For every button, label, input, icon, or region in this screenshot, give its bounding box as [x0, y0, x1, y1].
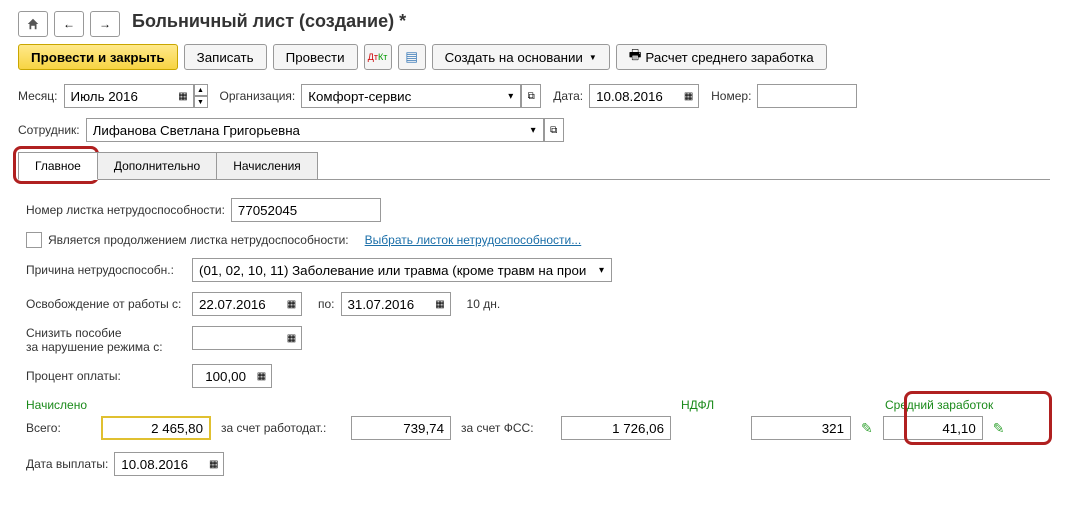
- release-to-label: по:: [318, 297, 335, 311]
- avg-input[interactable]: [883, 416, 983, 440]
- reduce-date-input[interactable]: [192, 326, 282, 350]
- home-icon: [26, 17, 40, 31]
- org-input[interactable]: [301, 84, 501, 108]
- pencil-icon[interactable]: ✎: [993, 420, 1005, 437]
- total-label: Всего:: [26, 421, 91, 435]
- employer-label: за счет работодат.:: [221, 421, 341, 435]
- percent-label: Процент оплаты:: [26, 369, 186, 383]
- days-text: 10 дн.: [467, 297, 501, 311]
- submit-close-button[interactable]: Провести и закрыть: [18, 44, 178, 70]
- open-ref-icon[interactable]: ⧉: [544, 118, 564, 142]
- percent-input[interactable]: [192, 364, 252, 388]
- arrow-left-icon: ←: [63, 17, 75, 31]
- spin-down-icon[interactable]: ▼: [194, 96, 208, 108]
- calendar-icon[interactable]: ▦: [174, 84, 194, 108]
- release-from-label: Освобождение от работы с:: [26, 297, 186, 311]
- calculator-icon[interactable]: ▦: [252, 364, 272, 388]
- pick-cert-link[interactable]: Выбрать листок нетрудоспособности...: [365, 233, 582, 247]
- cert-no-label: Номер листка нетрудоспособности:: [26, 203, 225, 217]
- open-ref-icon[interactable]: ⧉: [521, 84, 541, 108]
- chevron-down-icon[interactable]: ▾: [501, 84, 521, 108]
- date-label: Дата:: [553, 89, 583, 103]
- create-based-label: Создать на основании: [445, 50, 583, 65]
- calendar-icon[interactable]: ▦: [204, 452, 224, 476]
- date-input[interactable]: [589, 84, 679, 108]
- avg-earn-label: Расчет среднего заработка: [645, 50, 813, 65]
- cert-no-input[interactable]: [231, 198, 381, 222]
- avg-label: Средний заработок: [885, 398, 993, 412]
- tab-main[interactable]: Главное: [18, 152, 98, 180]
- ndfl-label: НДФЛ: [681, 398, 741, 412]
- ndfl-input[interactable]: [751, 416, 851, 440]
- list-icon: ▤: [405, 49, 418, 65]
- save-button[interactable]: Записать: [184, 44, 267, 70]
- total-input[interactable]: [101, 416, 211, 440]
- back-button[interactable]: ←: [54, 11, 84, 37]
- month-spinner[interactable]: ▲ ▼: [194, 84, 208, 108]
- avg-earn-button[interactable]: 🖶 Расчет среднего заработка: [616, 44, 827, 70]
- calendar-icon[interactable]: ▦: [282, 292, 302, 316]
- pencil-icon[interactable]: ✎: [861, 420, 873, 437]
- tab-additional[interactable]: Дополнительно: [97, 152, 217, 179]
- reduce-label-1: Снизить пособие: [26, 326, 186, 340]
- reason-input[interactable]: [192, 258, 592, 282]
- number-label: Номер:: [711, 89, 751, 103]
- chevron-down-icon: ▼: [589, 53, 597, 62]
- calendar-icon[interactable]: ▦: [679, 84, 699, 108]
- chevron-down-icon[interactable]: ▾: [524, 118, 544, 142]
- create-based-button[interactable]: Создать на основании ▼: [432, 44, 610, 70]
- accrued-label: Начислено: [26, 398, 91, 412]
- continuation-label: Является продолжением листка нетрудоспос…: [48, 233, 349, 247]
- page-title: Больничный лист (создание) *: [132, 11, 406, 32]
- home-button[interactable]: [18, 11, 48, 37]
- pay-date-input[interactable]: [114, 452, 204, 476]
- spin-up-icon[interactable]: ▲: [194, 84, 208, 96]
- release-from-input[interactable]: [192, 292, 282, 316]
- tab-accruals[interactable]: Начисления: [216, 152, 318, 179]
- employer-input[interactable]: [351, 416, 451, 440]
- employee-label: Сотрудник:: [18, 123, 80, 137]
- dr-kt-button[interactable]: ДтКт: [364, 44, 392, 70]
- month-label: Месяц:: [18, 89, 58, 103]
- printer-icon: 🖶: [629, 46, 642, 68]
- list-button[interactable]: ▤: [398, 44, 426, 70]
- arrow-right-icon: →: [99, 17, 111, 31]
- reduce-label-2: за нарушение режима с:: [26, 340, 186, 354]
- pay-date-label: Дата выплаты:: [26, 457, 108, 471]
- post-button[interactable]: Провести: [273, 44, 358, 70]
- reason-label: Причина нетрудоспособн.:: [26, 263, 186, 277]
- fss-input[interactable]: [561, 416, 671, 440]
- month-input[interactable]: [64, 84, 174, 108]
- employee-input[interactable]: [86, 118, 524, 142]
- calendar-icon[interactable]: ▦: [431, 292, 451, 316]
- calendar-icon[interactable]: ▦: [282, 326, 302, 350]
- org-label: Организация:: [220, 89, 296, 103]
- fss-label: за счет ФСС:: [461, 421, 551, 435]
- continuation-checkbox[interactable]: [26, 232, 42, 248]
- forward-button[interactable]: →: [90, 11, 120, 37]
- number-input[interactable]: [757, 84, 857, 108]
- chevron-down-icon[interactable]: ▾: [592, 258, 612, 282]
- drkt-icon: ДтКт: [368, 52, 388, 62]
- release-to-input[interactable]: [341, 292, 431, 316]
